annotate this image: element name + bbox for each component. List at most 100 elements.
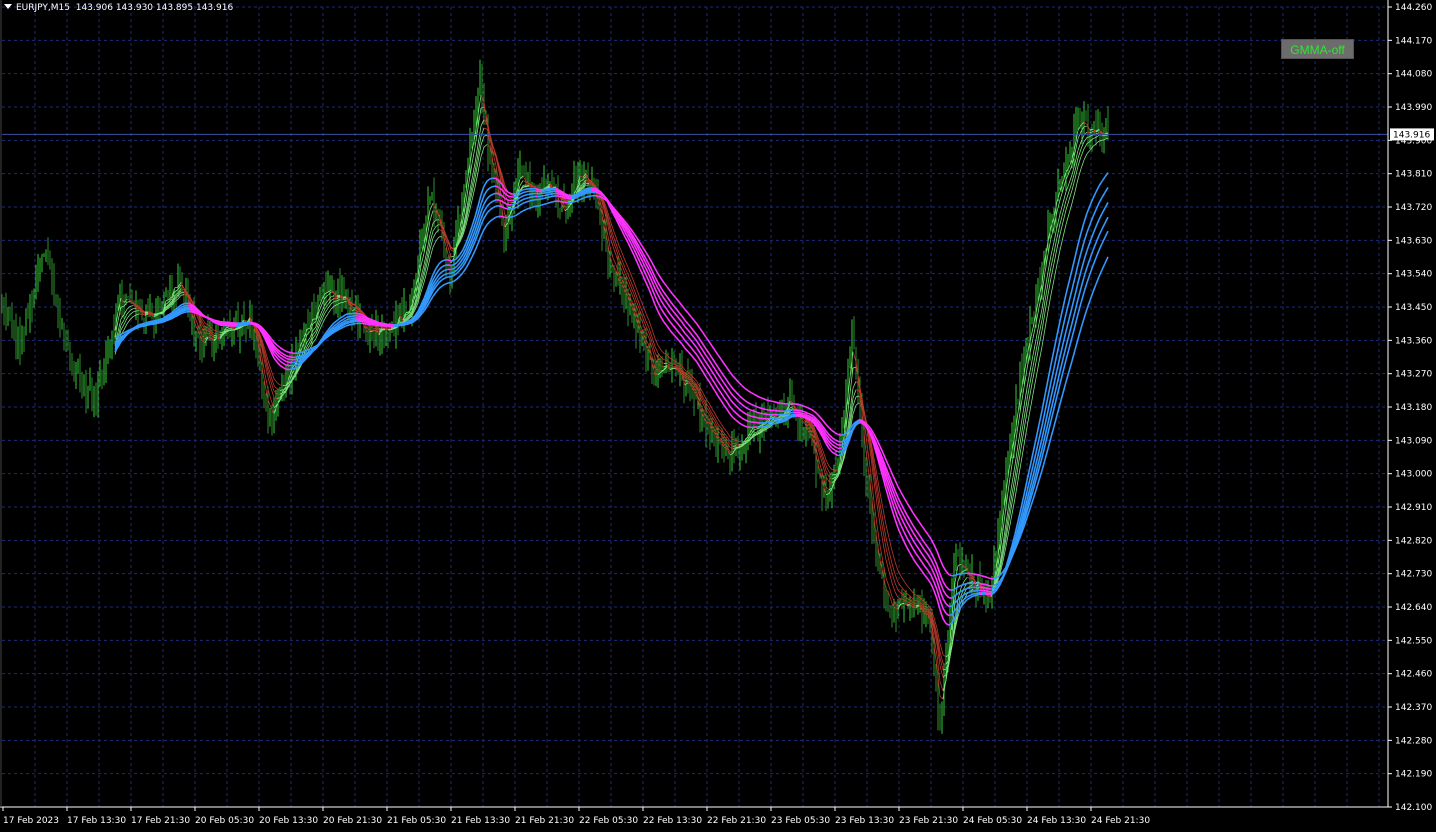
long-ma-segment [750, 403, 755, 407]
short-ma-segment [894, 582, 899, 591]
long-ma-segment [915, 544, 920, 550]
long-ma-segment [528, 199, 533, 202]
short-ma-segment [432, 240, 437, 248]
short-ma-segment [1077, 156, 1082, 167]
short-ma-segment [855, 389, 860, 392]
long-ma-segment [294, 360, 299, 364]
long-ma-segment [549, 201, 554, 204]
long-ma-segment [972, 573, 977, 576]
long-ma-segment [954, 592, 959, 597]
short-ma-segment [663, 359, 668, 361]
long-ma-segment [657, 287, 662, 295]
long-ma-segment [285, 350, 290, 354]
long-ma-segment [1086, 258, 1091, 268]
long-ma-segment [756, 406, 761, 409]
current-price-label: 143.916 [1390, 128, 1434, 141]
long-ma-segment [438, 285, 443, 290]
gmma-toggle-button[interactable]: GMMA-off [1281, 39, 1354, 59]
short-ma-segment [1035, 361, 1040, 379]
short-ma-segment [1032, 378, 1037, 395]
short-ma-segment [855, 395, 860, 398]
y-tick-label: 143.450 [1395, 303, 1432, 313]
long-ma-segment [693, 319, 698, 325]
long-ma-segment [720, 377, 725, 384]
long-ma-segment [654, 267, 659, 275]
long-ma-segment [432, 291, 437, 297]
long-ma-segment [438, 260, 443, 265]
long-ma-segment [483, 198, 488, 205]
long-ma-segment [960, 583, 965, 587]
long-ma-segment [636, 261, 641, 270]
long-ma-segment [348, 321, 353, 324]
short-ma-segment [420, 282, 425, 293]
long-ma-segment [657, 273, 662, 279]
long-ma-segment [903, 541, 908, 548]
short-ma-segment [1083, 143, 1088, 149]
short-ma-segment [1086, 131, 1091, 134]
long-ma-segment [678, 317, 683, 323]
long-ma-segment [921, 545, 926, 552]
long-ma-segment [276, 344, 281, 349]
long-ma-segment [747, 420, 752, 423]
long-ma-segment [924, 543, 929, 549]
long-ma-segment [1095, 202, 1100, 210]
long-ma-segment [693, 343, 698, 349]
short-ma-segment [324, 308, 329, 314]
long-ma-segment [579, 197, 584, 201]
long-ma-segment [915, 529, 920, 535]
short-ma-segment [120, 324, 125, 331]
long-ma-segment [306, 348, 311, 352]
price-label-text: 143.916 [1393, 130, 1430, 140]
long-ma-segment [516, 200, 521, 204]
long-ma-segment [531, 198, 536, 202]
long-ma-segment [903, 497, 908, 504]
long-ma-segment [156, 321, 161, 325]
long-ma-segment [711, 345, 716, 351]
long-ma-segment [660, 277, 665, 284]
long-ma-segment [495, 192, 500, 195]
long-ma-segment [978, 586, 983, 589]
long-ma-segment [522, 197, 527, 201]
long-ma-segment [441, 277, 446, 281]
long-ma-segment [729, 384, 734, 390]
short-ma-segment [717, 418, 722, 424]
long-ma-segment [684, 332, 689, 338]
long-ma-segment [471, 250, 476, 258]
long-ma-segment [816, 413, 821, 418]
long-ma-segment [969, 586, 974, 589]
long-ma-segment [726, 401, 731, 407]
long-ma-segment [165, 319, 170, 322]
short-ma-segment [1065, 191, 1070, 201]
long-ma-segment [363, 320, 368, 324]
chevron-down-icon[interactable] [4, 4, 12, 9]
long-ma-segment [699, 345, 704, 352]
short-ma-segment [897, 597, 902, 600]
long-ma-segment [894, 518, 899, 529]
long-ma-segment [447, 281, 452, 284]
long-ma-segment [726, 379, 731, 386]
long-ma-segment [1074, 282, 1079, 296]
long-ma-segment [510, 192, 515, 196]
long-ma-segment [759, 396, 764, 400]
long-ma-segment [396, 324, 401, 328]
y-tick-label: 142.370 [1395, 703, 1432, 713]
long-ma-segment [984, 583, 989, 587]
short-ma-segment [339, 302, 344, 304]
long-ma-segment [1083, 212, 1088, 223]
long-ma-segment [750, 409, 755, 412]
long-ma-segment [714, 349, 719, 356]
long-ma-segment [690, 327, 695, 332]
long-ma-segment [921, 538, 926, 544]
long-ma-segment [522, 208, 527, 212]
long-ma-segment [717, 373, 722, 379]
long-ma-segment [915, 553, 920, 559]
long-ma-segment [690, 346, 695, 352]
long-ma-segment [546, 201, 551, 205]
long-ma-segment [768, 399, 773, 403]
price-chart[interactable]: 144.260144.170144.080143.990143.900143.8… [0, 0, 1436, 832]
long-ma-segment [900, 525, 905, 533]
long-ma-segment [786, 409, 791, 412]
long-ma-segment [438, 279, 443, 284]
long-ma-segment [645, 282, 650, 290]
long-ma-segment [1101, 222, 1106, 230]
